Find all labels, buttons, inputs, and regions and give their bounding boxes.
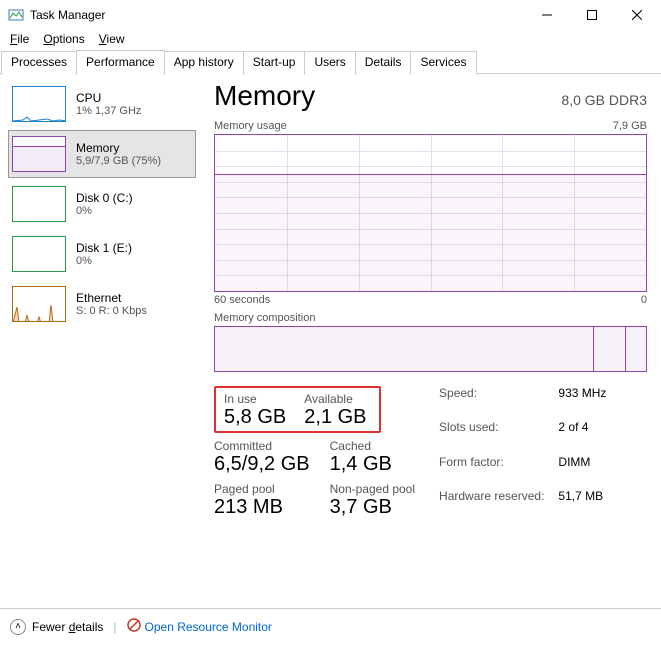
- tab-processes[interactable]: Processes: [1, 51, 77, 75]
- sidebar-cpu-sub: 1% 1,37 GHz: [76, 105, 141, 117]
- available-value: 2,1 GB: [304, 406, 366, 429]
- ethernet-thumb: [12, 286, 66, 322]
- close-button[interactable]: [614, 0, 659, 30]
- sidebar-item-disk1[interactable]: Disk 1 (E:) 0%: [8, 230, 196, 278]
- menu-view[interactable]: View: [93, 30, 131, 48]
- app-icon: [8, 7, 24, 23]
- composition-label: Memory composition: [214, 312, 647, 324]
- stats-section: In use5,8 GB Available2,1 GB Committed6,…: [214, 386, 647, 519]
- minimize-button[interactable]: [524, 0, 569, 30]
- x-axis-right: 0: [641, 294, 647, 306]
- menu-options[interactable]: Options: [37, 30, 90, 48]
- disk0-thumb: [12, 186, 66, 222]
- open-resource-monitor-label: Open Resource Monitor: [145, 620, 272, 634]
- fewer-details-button[interactable]: ˄ Fewer details: [10, 619, 103, 635]
- tab-strip: Processes Performance App history Start-…: [0, 50, 661, 74]
- hw-label: Hardware reserved:: [439, 489, 544, 519]
- sidebar-item-ethernet[interactable]: Ethernet S: 0 R: 0 Kbps: [8, 280, 196, 328]
- sidebar: CPU 1% 1,37 GHz Memory 5,9/7,9 GB (75%) …: [0, 74, 200, 608]
- window-title: Task Manager: [30, 8, 524, 22]
- footer: ˄ Fewer details | Open Resource Monitor: [0, 608, 661, 644]
- main-panel: Memory 8,0 GB DDR3 Memory usage 7,9 GB 6…: [200, 74, 661, 608]
- maximize-button[interactable]: [569, 0, 614, 30]
- footer-separator: |: [113, 620, 116, 634]
- available-label: Available: [304, 392, 366, 406]
- sidebar-item-cpu[interactable]: CPU 1% 1,37 GHz: [8, 80, 196, 128]
- hardware-stats: Speed: 933 MHz Slots used: 2 of 4 Form fac…: [439, 386, 606, 519]
- sidebar-cpu-title: CPU: [76, 91, 141, 105]
- chevron-up-icon: ˄: [10, 619, 26, 635]
- tab-users[interactable]: Users: [304, 51, 355, 75]
- sidebar-item-disk0[interactable]: Disk 0 (C:) 0%: [8, 180, 196, 228]
- tab-details[interactable]: Details: [355, 51, 412, 75]
- memory-thumb: [12, 136, 66, 172]
- sidebar-ethernet-sub: S: 0 R: 0 Kbps: [76, 305, 147, 317]
- nonpaged-label: Non-paged pool: [330, 482, 415, 496]
- committed-label: Committed: [214, 439, 310, 453]
- hw-value: 51,7 MB: [558, 489, 606, 519]
- tab-services[interactable]: Services: [410, 51, 476, 75]
- slots-value: 2 of 4: [558, 420, 606, 450]
- cached-value: 1,4 GB: [330, 453, 415, 476]
- cached-label: Cached: [330, 439, 415, 453]
- memory-capacity: 8,0 GB DDR3: [561, 92, 647, 108]
- menu-bar: File Options View: [0, 28, 661, 50]
- in-use-label: In use: [224, 392, 286, 406]
- sidebar-disk0-sub: 0%: [76, 205, 133, 217]
- menu-file[interactable]: File: [4, 30, 35, 48]
- content-area: CPU 1% 1,37 GHz Memory 5,9/7,9 GB (75%) …: [0, 74, 661, 608]
- tab-app-history[interactable]: App history: [164, 51, 244, 75]
- form-value: DIMM: [558, 455, 606, 485]
- cpu-thumb: [12, 86, 66, 122]
- nonpaged-value: 3,7 GB: [330, 496, 415, 519]
- tab-startup[interactable]: Start-up: [243, 51, 306, 75]
- speed-label: Speed:: [439, 386, 544, 416]
- disk1-thumb: [12, 236, 66, 272]
- sidebar-memory-sub: 5,9/7,9 GB (75%): [76, 155, 161, 167]
- open-resource-monitor-link[interactable]: Open Resource Monitor: [127, 618, 272, 635]
- slots-label: Slots used:: [439, 420, 544, 450]
- sidebar-disk0-title: Disk 0 (C:): [76, 191, 133, 205]
- memory-composition-graph[interactable]: [214, 326, 647, 372]
- paged-label: Paged pool: [214, 482, 310, 496]
- sidebar-item-memory[interactable]: Memory 5,9/7,9 GB (75%): [8, 130, 196, 178]
- x-axis-left: 60 seconds: [214, 294, 270, 306]
- resource-monitor-icon: [127, 618, 141, 635]
- page-title: Memory: [214, 80, 315, 112]
- speed-value: 933 MHz: [558, 386, 606, 416]
- memory-usage-graph[interactable]: [214, 134, 647, 292]
- usage-max: 7,9 GB: [613, 120, 647, 132]
- form-label: Form factor:: [439, 455, 544, 485]
- in-use-value: 5,8 GB: [224, 406, 286, 429]
- title-bar: Task Manager: [0, 0, 661, 30]
- sidebar-ethernet-title: Ethernet: [76, 291, 147, 305]
- tab-performance[interactable]: Performance: [76, 50, 165, 74]
- highlight-box: In use5,8 GB Available2,1 GB: [214, 386, 381, 433]
- sidebar-disk1-sub: 0%: [76, 255, 132, 267]
- usage-label: Memory usage: [214, 120, 287, 132]
- sidebar-disk1-title: Disk 1 (E:): [76, 241, 132, 255]
- committed-value: 6,5/9,2 GB: [214, 453, 310, 476]
- sidebar-memory-title: Memory: [76, 141, 161, 155]
- paged-value: 213 MB: [214, 496, 310, 519]
